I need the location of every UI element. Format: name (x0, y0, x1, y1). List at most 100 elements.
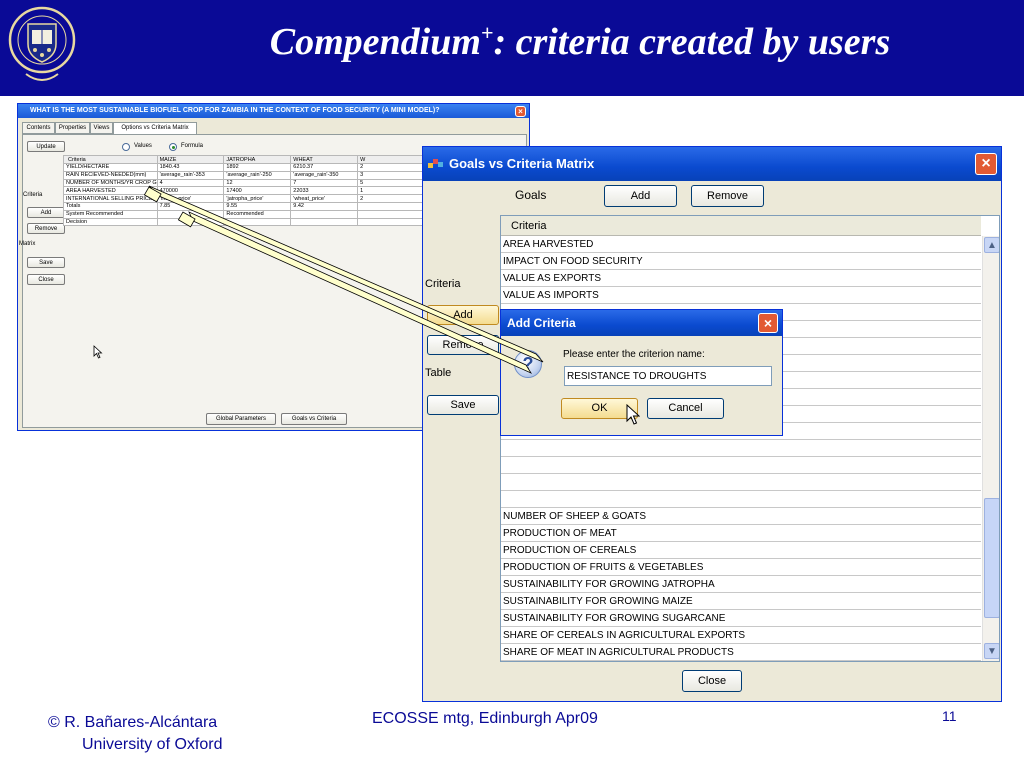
table-cell[interactable]: AREA HARVESTED (63, 186, 158, 196)
save-button[interactable]: Save (27, 257, 65, 268)
table-cell[interactable] (357, 217, 425, 227)
list-item[interactable]: VALUE AS EXPORTS (501, 270, 981, 287)
add-criteria-button[interactable]: Add (427, 305, 499, 325)
table-cell[interactable]: Recommended (223, 209, 292, 219)
footer-author: © R. Bañares-Alcántara (48, 714, 218, 731)
mouse-cursor-icon (93, 345, 103, 359)
table-cell[interactable]: NUMBER OF MONTHS/YR CROP GROWN (63, 178, 158, 188)
cancel-button[interactable]: Cancel (647, 398, 724, 419)
remove-criteria-button[interactable]: Remove (427, 335, 499, 355)
options-criteria-table: Criteria MAIZE JATROPHA WHEAT W YIELD/HE… (63, 155, 425, 227)
column-header[interactable]: WHEAT (290, 155, 359, 164)
table-cell[interactable]: RAIN RECIEVED-NEEDED(mm) (63, 170, 158, 180)
table-cell[interactable]: 'average_rain'-353 (156, 170, 225, 180)
table-cell[interactable]: 'average_rain'-250 (223, 170, 292, 180)
table-cell[interactable]: 7.85 (156, 201, 225, 211)
list-item[interactable]: NUMBER OF SHEEP & GOATS (501, 508, 981, 525)
tab-properties[interactable]: Properties (55, 122, 90, 134)
list-item[interactable]: SHARE OF CEREALS IN AGRICULTURAL EXPORTS (501, 627, 981, 644)
list-item[interactable]: INVESTMENT IN JATROPHA (501, 661, 981, 662)
criteria-column-header[interactable]: Criteria (501, 216, 981, 236)
table-cell[interactable]: Totals (63, 201, 158, 211)
list-item[interactable]: SUSTAINABILITY FOR GROWING JATROPHA (501, 576, 981, 593)
table-cell[interactable]: 17400 (223, 186, 292, 196)
table-row: YIELD/HECTARE 1840.43 1892 6210.37 2 (63, 163, 425, 172)
table-cell[interactable]: 22033 (290, 186, 359, 196)
tab-contents[interactable]: Contents (22, 122, 55, 134)
list-item[interactable]: SUSTAINABILITY FOR GROWING SUGARCANE (501, 610, 981, 627)
window-title: Goals vs Criteria Matrix (449, 156, 595, 171)
vertical-scrollbar[interactable]: ▲ ▼ (982, 236, 999, 661)
close-icon[interactable]: × (975, 153, 997, 175)
list-item[interactable]: PRODUCTION OF MEAT (501, 525, 981, 542)
table-cell[interactable]: INTERNATIONAL SELLING PRICE($/ton) (63, 194, 158, 203)
slide-title: Compendium+: criteria created by users (269, 20, 891, 63)
list-item[interactable] (501, 457, 981, 474)
formula-radio-label: Formula (181, 143, 204, 149)
table-cell[interactable]: 2 (357, 194, 425, 203)
table-cell[interactable]: 'wheat_price' (290, 194, 359, 203)
save-button[interactable]: Save (427, 395, 499, 415)
table-cell[interactable] (357, 209, 425, 219)
table-cell[interactable]: 6210.37 (290, 163, 359, 172)
list-item[interactable]: PRODUCTION OF CEREALS (501, 542, 981, 559)
list-item[interactable]: SUSTAINABILITY FOR GROWING MAIZE (501, 593, 981, 610)
table-header-row: Criteria MAIZE JATROPHA WHEAT W (63, 155, 425, 164)
close-icon[interactable]: × (758, 313, 778, 333)
update-button[interactable]: Update (27, 141, 65, 152)
criterion-name-input[interactable] (564, 366, 772, 386)
column-header[interactable]: JATROPHA (223, 155, 292, 164)
table-cell[interactable] (290, 217, 359, 227)
table-cell[interactable]: 7 (290, 178, 359, 188)
table-cell[interactable] (223, 217, 292, 227)
table-cell[interactable] (156, 217, 225, 227)
table-cell[interactable]: 1 (357, 186, 425, 196)
table-cell[interactable]: 2 (357, 163, 425, 172)
table-cell[interactable] (357, 201, 425, 211)
list-item[interactable]: IMPACT ON FOOD SECURITY (501, 253, 981, 270)
table-cell[interactable]: System Recommended (63, 209, 158, 219)
remove-button[interactable]: Remove (27, 223, 65, 234)
goals-vs-criteria-button[interactable]: Goals vs Criteria (281, 413, 347, 425)
table-cell[interactable]: 9.55 (223, 201, 292, 211)
column-header[interactable]: W (357, 155, 425, 164)
formula-radio[interactable] (169, 143, 177, 151)
column-header[interactable]: Criteria (63, 155, 158, 164)
table-cell[interactable]: 3 (357, 170, 425, 180)
list-item[interactable]: SHARE OF MEAT IN AGRICULTURAL PRODUCTS (501, 644, 981, 661)
global-parameters-button[interactable]: Global Parameters (206, 413, 276, 425)
list-item[interactable]: VALUE AS IMPORTS (501, 287, 981, 304)
list-item[interactable] (501, 474, 981, 491)
remove-goal-button[interactable]: Remove (691, 185, 764, 207)
table-cell[interactable]: 5 (357, 178, 425, 188)
goals-window-titlebar: Goals vs Criteria Matrix (423, 147, 1001, 181)
table-cell[interactable]: 470000 (156, 186, 225, 196)
close-button[interactable]: Close (682, 670, 742, 692)
table-cell[interactable]: 'jatropha_price' (223, 194, 292, 203)
table-cell[interactable]: 9.42 (290, 201, 359, 211)
add-button[interactable]: Add (27, 207, 65, 218)
table-cell[interactable] (156, 209, 225, 219)
table-cell[interactable]: 4 (156, 178, 225, 188)
scroll-thumb[interactable] (984, 498, 999, 618)
close-button[interactable]: Close (27, 274, 65, 285)
table-cell[interactable]: 12 (223, 178, 292, 188)
tab-views[interactable]: Views (90, 122, 113, 134)
close-icon[interactable]: × (515, 106, 526, 117)
scroll-down-icon[interactable]: ▼ (984, 643, 999, 659)
table-cell[interactable]: 'maize_price' (156, 194, 225, 203)
table-cell[interactable]: Decision (63, 217, 158, 227)
table-cell[interactable]: 1840.43 (156, 163, 225, 172)
scroll-up-icon[interactable]: ▲ (984, 237, 999, 253)
table-cell[interactable]: 'average_rain'-350 (290, 170, 359, 180)
list-item[interactable] (501, 440, 981, 457)
list-item[interactable]: PRODUCTION OF FRUITS & VEGETABLES (501, 559, 981, 576)
table-cell[interactable]: 1892 (223, 163, 292, 172)
table-cell[interactable]: YIELD/HECTARE (63, 163, 158, 172)
table-cell[interactable] (290, 209, 359, 219)
list-item[interactable] (501, 491, 981, 508)
column-header[interactable]: MAIZE (156, 155, 225, 164)
values-radio[interactable] (122, 143, 130, 151)
add-goal-button[interactable]: Add (604, 185, 677, 207)
list-item[interactable]: AREA HARVESTED (501, 236, 981, 253)
